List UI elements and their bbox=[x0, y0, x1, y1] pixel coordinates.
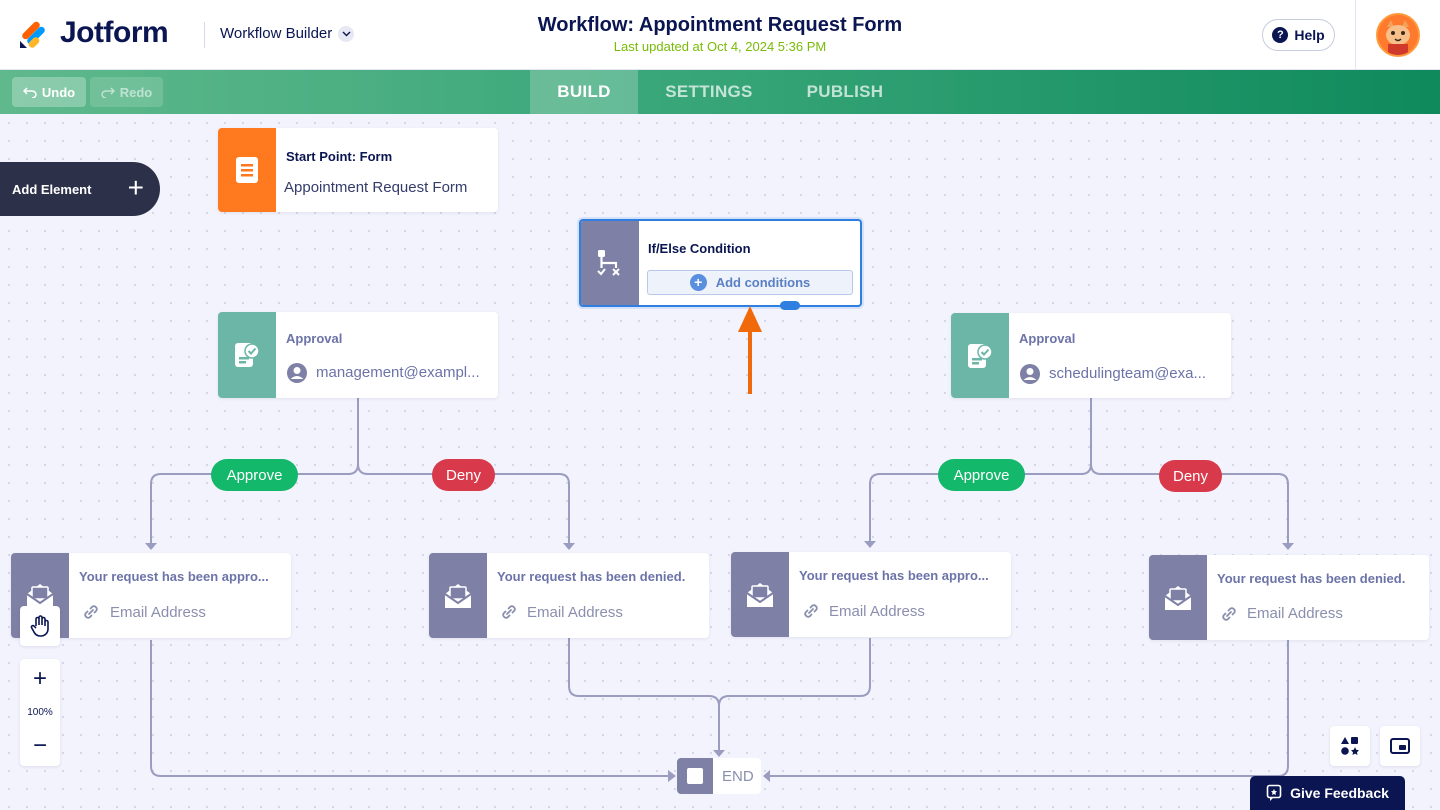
give-feedback-button[interactable]: Give Feedback bbox=[1250, 776, 1405, 810]
approve-branch-label-right[interactable]: Approve bbox=[938, 459, 1025, 491]
deny-branch-label-right[interactable]: Deny bbox=[1159, 460, 1222, 492]
plus-circle-icon: + bbox=[689, 274, 707, 291]
link-icon bbox=[502, 605, 516, 619]
end-node[interactable]: END bbox=[677, 758, 761, 794]
envelope-icon bbox=[1149, 555, 1207, 640]
arrow-up-icon bbox=[738, 306, 762, 394]
zoom-level: 100% bbox=[27, 707, 53, 718]
email-4-subject: Your request has been denied. bbox=[1217, 571, 1406, 586]
apps-button[interactable] bbox=[1330, 726, 1370, 766]
approval-left-title: Approval bbox=[286, 331, 343, 346]
condition-node-title: If/Else Condition bbox=[648, 241, 751, 256]
email-3-subject: Your request has been appro... bbox=[799, 568, 989, 583]
end-label: END bbox=[722, 768, 754, 785]
email-4-recipient: Email Address bbox=[1247, 605, 1343, 622]
approval-node-right[interactable]: Approval schedulingteam@exa... bbox=[951, 313, 1231, 398]
minimap-icon bbox=[1390, 738, 1410, 754]
email-node-approved-right[interactable]: Your request has been appro... Email Add… bbox=[731, 552, 1011, 637]
minimap-button[interactable] bbox=[1380, 726, 1420, 766]
add-conditions-button[interactable]: + Add conditions bbox=[647, 270, 853, 295]
start-node-form-name: Appointment Request Form bbox=[284, 179, 468, 196]
form-icon bbox=[218, 128, 276, 212]
envelope-icon bbox=[429, 553, 487, 638]
deny-branch-label-left[interactable]: Deny bbox=[432, 459, 495, 491]
user-icon bbox=[1020, 364, 1040, 384]
approval-right-assignee: schedulingteam@exa... bbox=[1049, 365, 1206, 382]
zoom-controls: + 100% − bbox=[20, 659, 60, 766]
plus-icon: + bbox=[127, 172, 144, 203]
stop-icon bbox=[677, 758, 713, 794]
envelope-icon bbox=[731, 552, 789, 637]
approve-branch-label-left[interactable]: Approve bbox=[211, 459, 298, 491]
add-element-button[interactable]: Add Element + bbox=[0, 162, 160, 216]
feedback-icon bbox=[1266, 784, 1282, 801]
condition-branch-icon bbox=[581, 221, 639, 305]
link-icon bbox=[804, 604, 818, 618]
pan-tool-button[interactable] bbox=[20, 606, 60, 646]
link-icon bbox=[84, 605, 98, 619]
email-node-denied-right[interactable]: Your request has been denied. Email Addr… bbox=[1149, 555, 1429, 640]
email-3-recipient: Email Address bbox=[829, 603, 925, 620]
approval-right-title: Approval bbox=[1019, 331, 1076, 346]
zoom-in-button[interactable]: + bbox=[20, 659, 60, 699]
email-1-subject: Your request has been appro... bbox=[79, 569, 269, 584]
give-feedback-label: Give Feedback bbox=[1290, 785, 1389, 801]
connection-handle[interactable] bbox=[780, 301, 800, 310]
user-icon bbox=[287, 363, 307, 383]
link-icon bbox=[1222, 607, 1236, 621]
start-point-node[interactable]: Start Point: Form Appointment Request Fo… bbox=[218, 128, 498, 212]
approval-left-assignee: management@exampl... bbox=[316, 364, 480, 381]
approval-node-left[interactable]: Approval management@exampl... bbox=[218, 312, 498, 398]
add-conditions-label: Add conditions bbox=[715, 275, 811, 290]
start-node-title: Start Point: Form bbox=[286, 149, 393, 164]
email-node-denied-left[interactable]: Your request has been denied. Email Addr… bbox=[429, 553, 709, 638]
email-2-subject: Your request has been denied. bbox=[497, 569, 686, 584]
shapes-icon bbox=[1341, 737, 1359, 755]
if-else-condition-node[interactable]: If/Else Condition + Add conditions bbox=[579, 219, 862, 307]
zoom-out-button[interactable]: − bbox=[20, 726, 60, 766]
approval-icon bbox=[951, 313, 1009, 398]
hand-icon bbox=[20, 606, 60, 646]
add-element-label: Add Element bbox=[12, 181, 92, 197]
workflow-connectors bbox=[145, 398, 1294, 782]
approval-icon bbox=[218, 312, 276, 398]
email-1-recipient: Email Address bbox=[110, 604, 206, 621]
email-2-recipient: Email Address bbox=[527, 604, 623, 621]
